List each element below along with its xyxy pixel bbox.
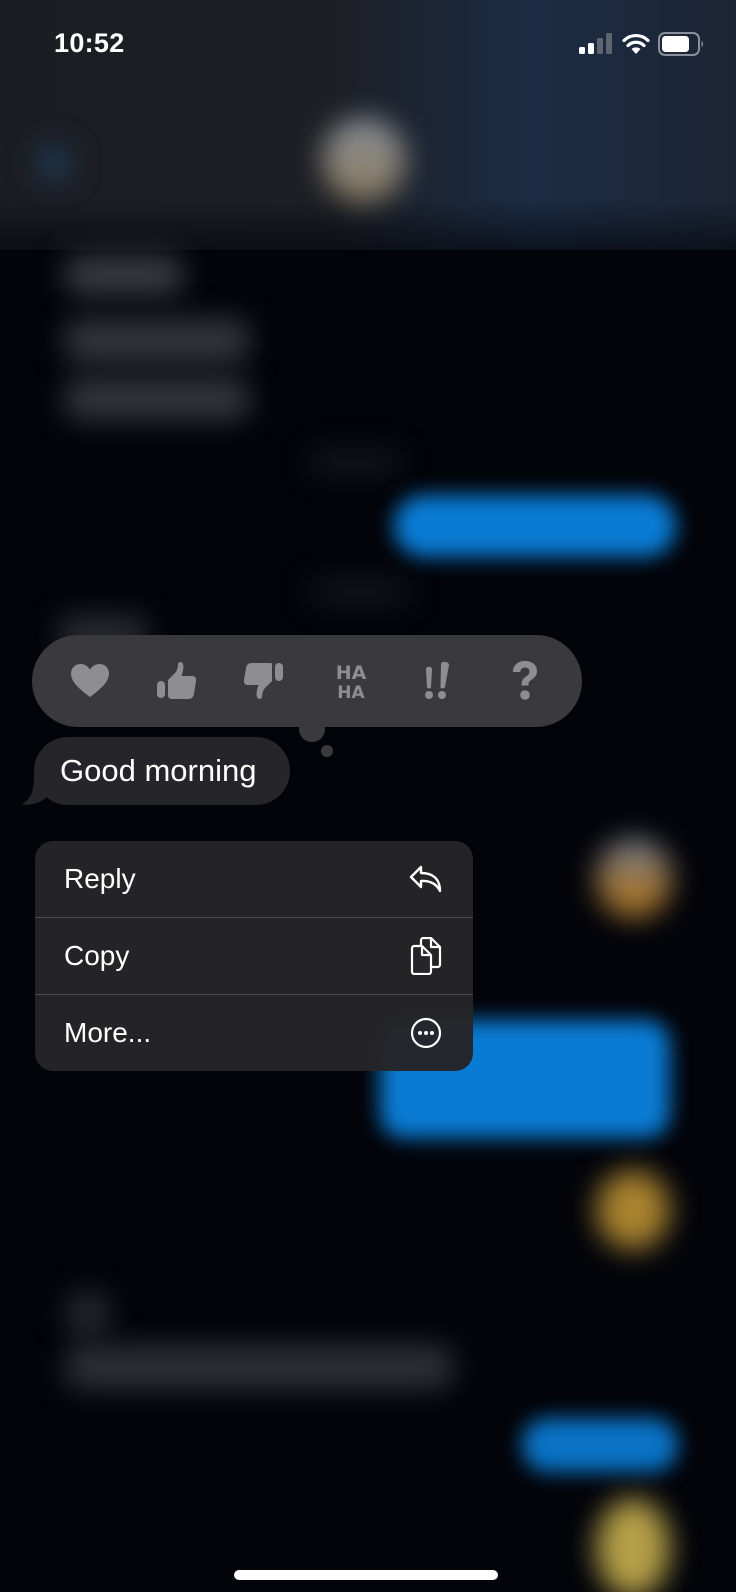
haha-icon: HA HA: [335, 662, 366, 702]
blurred-avatar: [596, 1170, 670, 1250]
menu-item-copy[interactable]: Copy: [35, 918, 473, 994]
reaction-thumbs-down[interactable]: [234, 651, 294, 711]
blurred-avatar: [596, 1498, 670, 1592]
menu-item-more[interactable]: More...: [35, 995, 473, 1071]
cellular-signal-icon: [579, 33, 612, 54]
blurred-timestamp: [310, 450, 400, 474]
battery-icon: [658, 32, 703, 56]
menu-item-label: Reply: [64, 863, 136, 894]
blurred-avatar: [596, 838, 672, 918]
blurred-incoming-bubble: [64, 378, 250, 420]
blurred-incoming-bubble: [64, 1345, 454, 1389]
message-context-menu: Reply Copy More...: [35, 841, 473, 1071]
tapback-bubble-connector: [321, 745, 333, 757]
question-icon: [512, 661, 537, 700]
wifi-icon: [622, 33, 650, 54]
copy-documents-icon: [409, 937, 443, 975]
svg-text:HA: HA: [335, 662, 366, 684]
reaction-heart[interactable]: [60, 651, 120, 711]
menu-item-reply[interactable]: Reply: [35, 841, 473, 917]
message-text: Good morning: [60, 753, 257, 788]
blurred-outgoing-bubble: [522, 1418, 678, 1472]
double-exclamation-icon: [424, 661, 449, 699]
blurred-sender-name: [64, 1290, 112, 1338]
ellipsis-circle-icon: [409, 1016, 443, 1050]
reply-arrow-icon: [409, 862, 443, 896]
reaction-question[interactable]: [495, 651, 555, 711]
reaction-haha[interactable]: HA HA: [321, 651, 381, 711]
blurred-timestamp: [310, 580, 410, 604]
blurred-incoming-bubble: [64, 255, 184, 295]
reaction-emphasize[interactable]: [408, 651, 468, 711]
status-time: 10:52: [54, 28, 125, 58]
status-bar: 10:52: [0, 0, 736, 90]
tapback-bubble-connector: [299, 716, 325, 742]
menu-item-label: Copy: [64, 940, 130, 971]
blurred-contact-avatar: [322, 118, 406, 202]
selected-message-bubble[interactable]: Good morning: [34, 737, 291, 805]
thumbs-up-icon: [156, 662, 196, 699]
svg-text:HA: HA: [337, 683, 365, 702]
menu-item-label: More...: [64, 1017, 152, 1048]
thumbs-down-icon: [243, 663, 283, 699]
status-icons: [578, 32, 706, 56]
blurred-outgoing-bubble: [394, 495, 676, 557]
blurred-back-button: [36, 145, 72, 181]
blurred-incoming-bubble: [64, 318, 250, 364]
heart-icon: [70, 664, 109, 697]
tapback-reaction-bar: HA HA: [32, 635, 582, 727]
reaction-thumbs-up[interactable]: [147, 651, 207, 711]
home-indicator[interactable]: [234, 1570, 498, 1580]
